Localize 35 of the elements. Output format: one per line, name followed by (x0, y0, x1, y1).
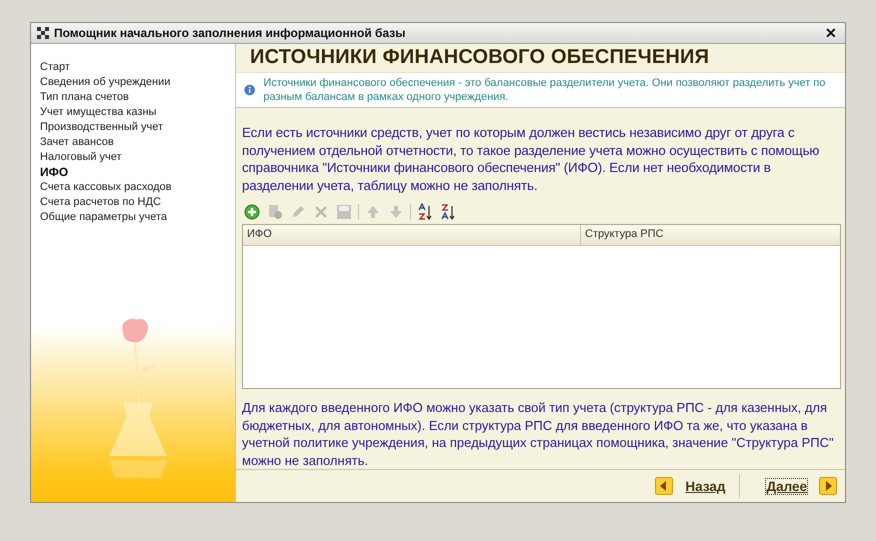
info-text: Источники финансового обеспечения - это балансовые разделители учета. Они позволяют разделить учет по разным балансам в рамках одного учреждения. (263, 76, 826, 104)
sort-descending-icon (440, 203, 456, 221)
intro-text: Если есть источники средств, учет по которым должен вестись независимо друг от друга с получением отдельной отчетности, то такое разделение учета можно осуществить с помощью справочника "Источники финансового обеспечения" (ИФО). Если нет необходимости в разделении учета, таблицу можно не заполнять. (242, 124, 820, 194)
arrow-up-icon (365, 204, 381, 220)
sidebar-item[interactable]: Общие параметры учета (40, 210, 167, 225)
sort-ascending-icon (417, 203, 433, 221)
column-header[interactable]: Структура РПС (581, 225, 840, 245)
app-icon (37, 27, 49, 39)
toolbar-button[interactable] (243, 203, 261, 221)
column-header[interactable]: ИФО (243, 225, 581, 245)
sidebar-item[interactable]: Налоговый учет (40, 150, 122, 165)
sidebar-item[interactable]: Старт (40, 60, 70, 75)
arrow-down-icon (388, 204, 404, 220)
sidebar-item[interactable]: Зачет авансов (40, 135, 114, 150)
back-button[interactable]: Назад (651, 474, 730, 498)
sidebar-item[interactable]: Счета расчетов по НДС (40, 195, 161, 210)
close-button[interactable]: ✕ (823, 25, 839, 41)
sidebar-item[interactable]: Сведения об учреждении (40, 75, 170, 90)
sidebar-item[interactable]: Учет имущества казны (40, 105, 156, 120)
sidebar-item[interactable]: Счета кассовых расходов (40, 180, 172, 195)
toolbar-button[interactable] (439, 203, 457, 221)
sidebar-item[interactable]: Тип плана счетов (40, 90, 129, 105)
note-text: Для каждого введенного ИФО можно указать свой тип учета (структура РПС - для казенных, для бюджетных, для автономных). Если структура РПС для введенного ИФО та же, что указана в учетной политике учреждения, на предыдущих страницах помощника, значение "Структура РПС" можно не заполнять. (242, 399, 835, 469)
page-title: ИСТОЧНИКИ ФИНАНСОВОГО ОБЕСПЕЧЕНИЯ (249, 45, 710, 70)
window-title: Помощник начального заполнения информационной базы (54, 26, 406, 40)
sidebar-item[interactable]: Производственный учет (40, 120, 163, 135)
next-button[interactable]: Далее (739, 474, 841, 498)
copy-icon (267, 204, 283, 220)
add-icon (244, 204, 260, 220)
save-icon (336, 204, 352, 220)
pencil-icon (290, 204, 306, 220)
info-icon (244, 82, 256, 98)
toolbar-button[interactable] (416, 203, 434, 221)
delete-icon (313, 204, 329, 220)
sidebar-item[interactable]: ИФО (40, 165, 68, 180)
